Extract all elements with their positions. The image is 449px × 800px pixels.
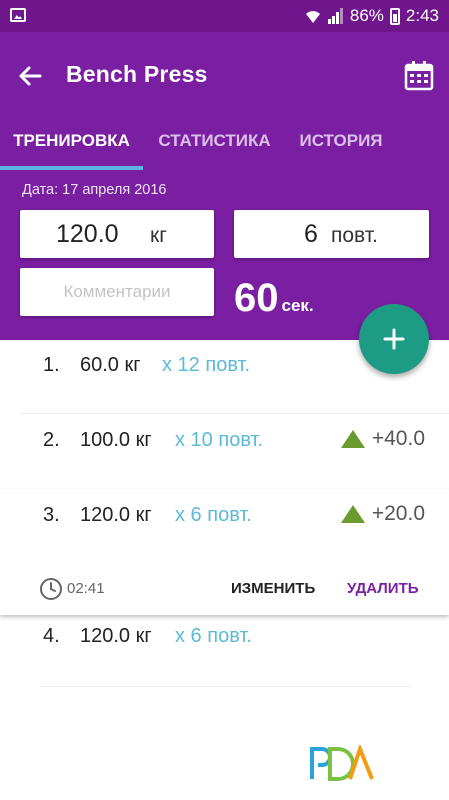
- set-row-3-expanded: 3. 120.0 кг x 6 повт. +20.0 02:41 ИЗМЕНИ…: [0, 489, 449, 615]
- set-delta: +20.0: [340, 502, 425, 526]
- weight-value: 120.0: [56, 220, 119, 248]
- reps-value: 6: [304, 220, 318, 248]
- set-number: 3.: [43, 504, 60, 526]
- reps-field[interactable]: 6 повт.: [234, 210, 429, 258]
- set-time: 02:41: [67, 580, 105, 597]
- triangle-up-icon: [340, 430, 365, 448]
- set-number: 4.: [43, 625, 60, 647]
- set-reps: x 6 повт.: [175, 625, 252, 647]
- status-bar: 86% 2:43: [0, 0, 449, 32]
- date-label[interactable]: Дата: 17 апреля 2016: [22, 182, 166, 198]
- status-bar-right: 86% 2:43: [304, 6, 439, 26]
- signal-icon: [327, 8, 343, 24]
- wifi-icon: [305, 11, 320, 23]
- comment-field[interactable]: [20, 268, 214, 316]
- calendar-icon[interactable]: [403, 60, 435, 92]
- reps-unit: повт.: [331, 224, 378, 247]
- clock-time: 2:43: [405, 6, 439, 25]
- triangle-up-icon: [340, 505, 365, 523]
- set-delta-value: +20.0: [371, 502, 425, 525]
- add-set-button[interactable]: [359, 304, 429, 374]
- set-reps: x 6 повт.: [175, 504, 252, 526]
- set-row-2[interactable]: 2. 100.0 кг x 10 повт. +40.0: [0, 407, 449, 483]
- set-number: 1.: [43, 354, 60, 376]
- plus-icon: [383, 328, 405, 350]
- weight-unit: кг: [150, 224, 167, 247]
- page-title: Bench Press: [66, 61, 208, 87]
- delete-button[interactable]: УДАЛИТЬ: [347, 580, 419, 597]
- watermark-logo: [310, 745, 374, 781]
- set-weight: 100.0 кг: [80, 429, 152, 451]
- set-row-3[interactable]: 3. 120.0 кг x 6 повт. +20.0: [0, 482, 449, 558]
- set-reps: x 10 повт.: [175, 429, 263, 451]
- set-weight: 60.0 кг: [80, 354, 141, 376]
- gallery-icon: [10, 8, 26, 22]
- set-delta: +40.0: [340, 427, 425, 451]
- weight-field[interactable]: 120.0 кг: [20, 210, 214, 258]
- edit-button[interactable]: ИЗМЕНИТЬ: [231, 580, 315, 597]
- set-number: 2.: [43, 429, 60, 451]
- back-arrow-icon[interactable]: [14, 60, 46, 92]
- tab-history[interactable]: ИСТОРИЯ: [286, 120, 396, 170]
- rest-timer-value: 60: [234, 276, 279, 320]
- clock-icon: [40, 578, 62, 600]
- set-actions: 02:41 ИЗМЕНИТЬ УДАЛИТЬ: [0, 571, 449, 607]
- set-row-4[interactable]: 4. 120.0 кг x 6 повт.: [0, 603, 449, 679]
- battery-percent: 86%: [349, 6, 384, 25]
- tab-bar: ТРЕНИРОВКА СТАТИСТИКА ИСТОРИЯ: [0, 120, 449, 170]
- set-weight: 120.0 кг: [80, 625, 152, 647]
- battery-icon: [389, 7, 400, 25]
- comment-input[interactable]: [20, 268, 214, 316]
- tab-statistics[interactable]: СТАТИСТИКА: [143, 120, 286, 170]
- set-weight: 120.0 кг: [80, 504, 152, 526]
- rest-timer-unit: сек.: [281, 296, 314, 315]
- app-bar: Bench Press: [0, 32, 449, 120]
- row-divider: [40, 686, 410, 687]
- tab-workout[interactable]: ТРЕНИРОВКА: [0, 120, 143, 170]
- set-delta-value: +40.0: [371, 427, 425, 450]
- set-reps: x 12 повт.: [162, 354, 250, 376]
- rest-timer[interactable]: 60 сек.: [234, 278, 314, 318]
